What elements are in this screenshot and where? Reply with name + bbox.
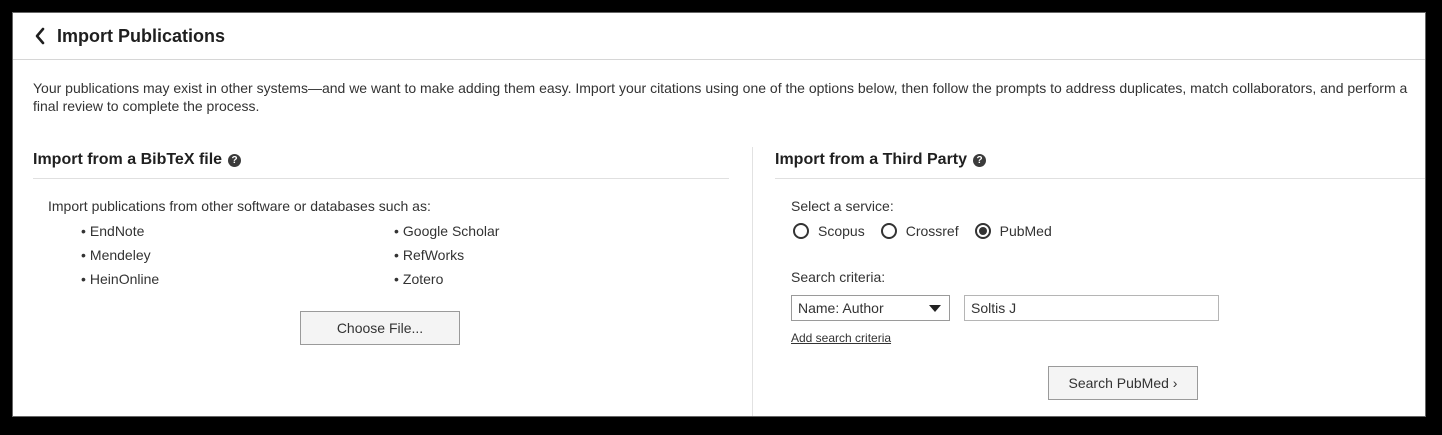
radio-button[interactable]	[880, 223, 897, 239]
radio-button[interactable]	[793, 223, 809, 239]
source-list-item: Mendeley	[81, 247, 151, 263]
add-search-criteria-link[interactable]: Add search criteria	[791, 331, 891, 345]
help-icon[interactable]: ?	[228, 153, 242, 167]
third-party-section-title: Import from a Third Party ?	[775, 151, 987, 169]
third-party-section-divider	[775, 178, 1425, 179]
bibtex-section-divider	[33, 178, 729, 179]
third-party-section-label: Import from a Third Party	[775, 151, 968, 168]
back-chevron-icon[interactable]	[31, 27, 49, 45]
page-title: Import Publications	[57, 25, 226, 46]
help-icon[interactable]: ?	[973, 153, 987, 167]
window-frame: Import Publications Your publications ma…	[9, 9, 1433, 426]
bibtex-section-label: Import from a BibTeX file	[33, 151, 223, 168]
source-list-item: EndNote	[81, 223, 144, 239]
service-radio-group: Scopus Crossref PubMed	[793, 223, 1068, 239]
bibtex-section-title: Import from a BibTeX file ?	[33, 151, 242, 169]
radio-label: Crossref	[905, 223, 959, 239]
radio-pubmed[interactable]: PubMed	[974, 223, 1052, 239]
bibtex-description: Import publications from other software …	[48, 198, 431, 214]
radio-button-selected[interactable]	[974, 223, 991, 239]
source-list-item: Zotero	[394, 271, 443, 287]
criteria-field-value: Name: Author	[798, 300, 884, 316]
criteria-field-select[interactable]: Name: Author	[791, 295, 950, 321]
radio-scopus[interactable]: Scopus	[793, 223, 865, 239]
criteria-value-input[interactable]: Soltis J	[964, 295, 1219, 321]
source-list-item: RefWorks	[394, 247, 464, 263]
search-pubmed-button[interactable]: Search PubMed ›	[1048, 366, 1198, 400]
column-divider	[752, 147, 753, 416]
choose-file-button[interactable]: Choose File...	[300, 311, 460, 345]
radio-label: PubMed	[999, 223, 1052, 239]
radio-crossref[interactable]: Crossref	[880, 223, 959, 239]
dropdown-caret-icon	[929, 305, 941, 312]
criteria-label: Search criteria:	[791, 269, 886, 285]
radio-label: Scopus	[818, 223, 865, 239]
service-label: Select a service:	[791, 198, 894, 214]
source-list-item: HeinOnline	[81, 271, 159, 287]
intro-text: Your publications may exist in other sys…	[33, 80, 1408, 114]
page-header: Import Publications	[13, 13, 1425, 60]
source-list-item: Google Scholar	[394, 223, 500, 239]
import-publications-panel: Import Publications Your publications ma…	[12, 12, 1426, 417]
